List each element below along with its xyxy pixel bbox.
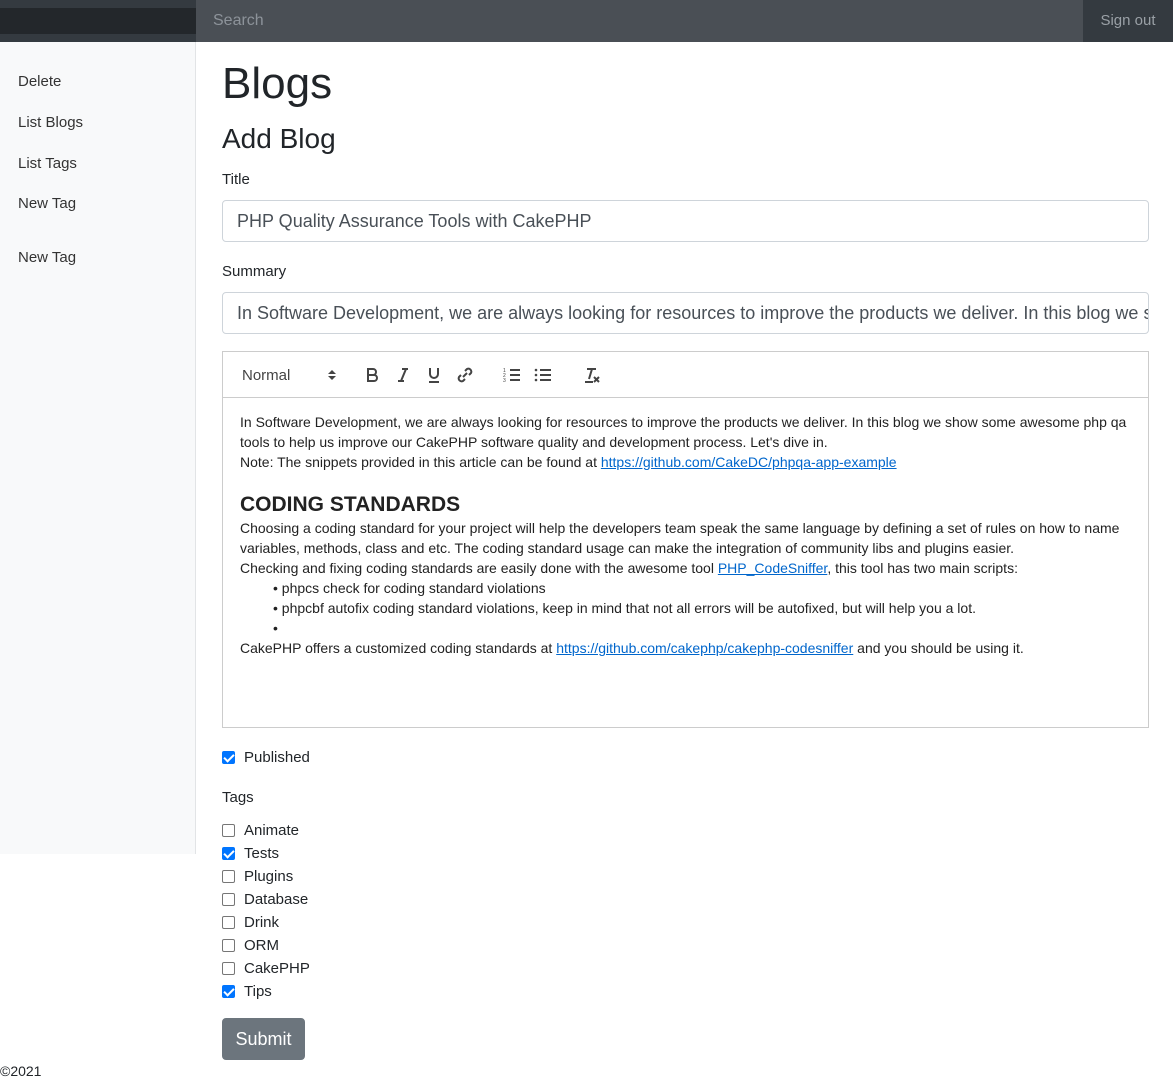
editor-bullet-list: phpcs check for coding standard violatio…: [240, 578, 1135, 638]
editor-paragraph: Note: The snippets provided in this arti…: [240, 452, 1135, 472]
editor-text: Checking and fixing coding standards are…: [240, 560, 718, 576]
tag-checkbox-row[interactable]: Tests: [222, 843, 279, 863]
editor-content[interactable]: In Software Development, we are always l…: [240, 412, 1135, 658]
submit-button[interactable]: Submit: [222, 1018, 305, 1060]
list-item: phpcbf autofix coding standard violation…: [273, 598, 1135, 618]
sidebar-item-list-tags[interactable]: List Tags: [18, 155, 77, 172]
bullet-list-icon[interactable]: [534, 365, 552, 385]
page-subtitle: Add Blog: [222, 123, 336, 154]
editor-text: CakePHP offers a customized coding stand…: [240, 640, 557, 656]
tag-checkbox-row[interactable]: CakePHP: [222, 958, 310, 978]
tag-checkbox[interactable]: [222, 869, 235, 883]
select-arrows-icon: [327, 368, 337, 382]
tag-checkbox[interactable]: [222, 823, 235, 837]
tag-label: Tests: [244, 844, 280, 862]
sidebar: Delete List Blogs List Tags New Tag New …: [0, 42, 196, 854]
editor-paragraph: Choosing a coding standard for your proj…: [240, 520, 1120, 556]
bold-icon[interactable]: [364, 365, 380, 385]
title-input[interactable]: PHP Quality Assurance Tools with CakePHP: [222, 200, 1149, 242]
top-navbar: Sign out: [0, 0, 1173, 42]
tag-checkbox[interactable]: [222, 984, 235, 998]
editor-paragraph: In Software Development, we are always l…: [240, 414, 1127, 450]
editor-text: , this tool has two main scripts:: [827, 560, 1018, 576]
editor-heading: CODING STANDARDS: [240, 493, 461, 516]
list-item: phpcs check for coding standard violatio…: [273, 578, 1135, 598]
tag-checkbox[interactable]: [222, 915, 235, 929]
title-label: Title: [222, 171, 250, 188]
tag-checkbox[interactable]: [222, 846, 235, 860]
tag-checkbox-row[interactable]: Drink: [222, 912, 279, 932]
rich-text-editor[interactable]: Normal 123 In Software Development, we a…: [222, 351, 1149, 728]
summary-input[interactable]: In Software Development, we are always l…: [222, 292, 1149, 334]
tag-label: Plugins: [244, 867, 294, 885]
link-icon[interactable]: [456, 365, 474, 385]
editor-toolbar: Normal 123: [223, 352, 1148, 398]
underline-icon[interactable]: [426, 365, 442, 385]
sidebar-item-delete[interactable]: Delete: [18, 73, 61, 90]
tag-checkbox-row[interactable]: Tips: [222, 981, 272, 1001]
format-select-value: Normal: [242, 366, 291, 384]
phpcodesniffer-link[interactable]: PHP_CodeSniffer: [718, 560, 827, 576]
tag-checkbox-row[interactable]: Animate: [222, 820, 299, 840]
list-item: [273, 618, 1135, 638]
tag-label: CakePHP: [244, 959, 310, 977]
italic-icon[interactable]: [395, 365, 411, 385]
github-example-link[interactable]: https://github.com/CakeDC/phpqa-app-exam…: [601, 454, 897, 470]
editor-text: and you should be using it.: [853, 640, 1024, 656]
editor-text: Note: The snippets provided in this arti…: [240, 454, 601, 470]
brand-area[interactable]: [0, 8, 196, 34]
clear-format-icon[interactable]: [583, 365, 601, 385]
tag-label: Animate: [244, 821, 300, 839]
tag-checkbox-row[interactable]: Database: [222, 889, 308, 909]
summary-label: Summary: [222, 263, 287, 280]
page-title: Blogs: [222, 59, 333, 108]
editor-paragraph: Checking and fixing coding standards are…: [240, 558, 1135, 578]
format-select[interactable]: Normal: [242, 365, 337, 385]
footer-copyright: ©2021: [0, 1063, 42, 1079]
signout-link[interactable]: Sign out: [1083, 0, 1173, 42]
search-input[interactable]: [196, 0, 1083, 42]
cakephp-codesniffer-link[interactable]: https://github.com/cakephp/cakephp-codes…: [556, 640, 853, 656]
sidebar-item-list-blogs[interactable]: List Blogs: [18, 114, 83, 131]
published-checkbox-row[interactable]: Published: [222, 747, 310, 767]
ordered-list-icon[interactable]: 123: [503, 365, 521, 385]
tag-label: Drink: [244, 913, 280, 931]
tag-checkbox[interactable]: [222, 892, 235, 906]
tag-checkbox-row[interactable]: Plugins: [222, 866, 293, 886]
published-label: Published: [244, 748, 310, 766]
published-checkbox[interactable]: [222, 750, 235, 764]
tag-checkbox[interactable]: [222, 938, 235, 952]
sidebar-item-new-tag[interactable]: New Tag: [18, 195, 76, 212]
tags-label: Tags: [222, 789, 254, 806]
tag-label: ORM: [244, 936, 279, 954]
editor-paragraph: CakePHP offers a customized coding stand…: [240, 638, 1135, 658]
sidebar-item-new-tag-2[interactable]: New Tag: [18, 249, 76, 266]
tag-label: Database: [244, 890, 309, 908]
svg-text:3: 3: [503, 378, 506, 383]
tag-label: Tips: [244, 982, 272, 1000]
tag-checkbox[interactable]: [222, 961, 235, 975]
tag-checkbox-row[interactable]: ORM: [222, 935, 279, 955]
